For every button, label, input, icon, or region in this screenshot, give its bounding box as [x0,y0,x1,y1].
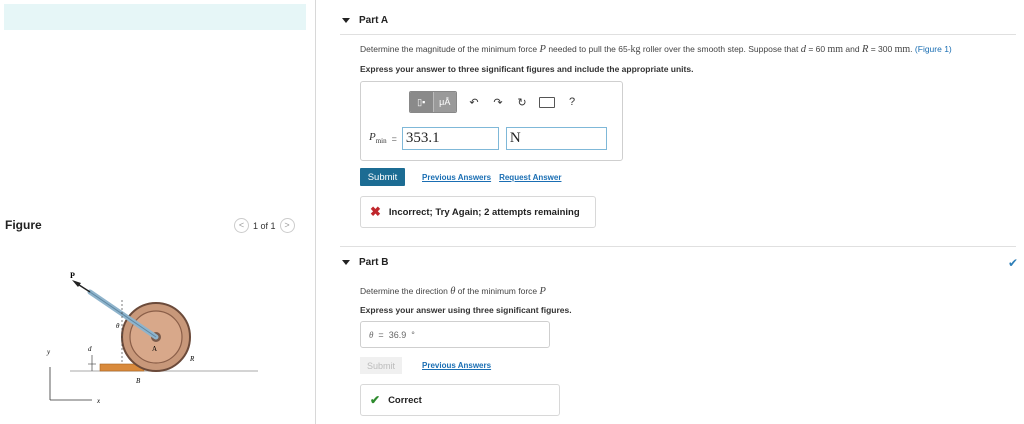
top-banner [4,4,306,30]
roller-diagram: P θ d A B R y x [46,271,258,405]
reset-icon[interactable]: ↻ [515,96,529,109]
part-a-links: Previous Answers Request Answer [422,173,561,182]
collapse-caret-icon[interactable] [342,18,350,23]
answer-label: θ [369,329,374,340]
part-b-answer-box: θ = 36.9 ° [360,321,550,348]
collapse-caret-icon[interactable] [342,260,350,265]
next-figure-button[interactable]: > [279,218,295,233]
toolbar-group: ▯▪ μÅ [409,91,457,113]
redo-icon[interactable]: ↷ [491,96,505,109]
part-b-title: Part B [359,257,389,268]
units-button[interactable]: μÅ [432,92,456,112]
part-b-complete-icon: ✔ [1007,256,1018,270]
label-A: A [152,345,157,353]
answer-label: Pmin [369,131,387,146]
answer-value-input[interactable]: 353.1 [401,127,499,150]
part-a-question: Determine the magnitude of the minimum f… [360,44,952,55]
prev-figure-button[interactable]: < [234,218,249,233]
label-d: d [88,345,92,353]
figure-pager: < 1 of 1 > [234,218,295,233]
part-a-header[interactable]: Part A [342,15,388,26]
divider [340,246,1016,247]
answer-equals: = [391,133,397,144]
part-a-answer-row: Pmin = 353.1 N [369,127,607,150]
label-P: P [70,271,75,280]
question-panel: Part A Determine the magnitude of the mi… [316,0,1024,424]
answer-value: 36.9 [388,329,407,340]
answer-equals: = [378,329,384,340]
label-theta: θ [116,322,120,330]
feedback-text: Correct [388,394,422,406]
divider [340,34,1016,35]
incorrect-icon: ✖ [370,204,381,219]
request-answer-link[interactable]: Request Answer [499,173,561,182]
part-a-title: Part A [359,15,389,26]
part-a-answer-box: ▯▪ μÅ ↶ ↷ ↻ ? Pmin = 353.1 N [360,81,623,161]
help-icon[interactable]: ? [565,96,579,108]
undo-icon[interactable]: ↶ [467,96,481,109]
figure-panel: Figure < 1 of 1 > P θ d A B R y x [0,0,316,424]
part-b-previous-answers-link[interactable]: Previous Answers [422,361,491,370]
label-R: R [189,355,195,363]
part-b-header[interactable]: Part B [342,257,388,268]
part-b-question: Determine the direction θ of the minimum… [360,286,546,297]
part-a-feedback: ✖ Incorrect; Try Again; 2 attempts remai… [360,196,596,228]
part-b-feedback: ✔ Correct [360,384,560,416]
math-toolbar: ▯▪ μÅ ↶ ↷ ↻ ? [409,91,579,113]
answer-unit-input[interactable]: N [505,127,607,150]
answer-unit: ° [411,329,415,340]
correct-icon: ✔ [370,393,381,407]
label-B: B [136,377,141,385]
part-a-instruction: Express your answer to three significant… [360,64,694,74]
pager-text: 1 of 1 [253,220,276,231]
part-a-submit-button[interactable]: Submit [360,168,405,186]
label-x: x [96,397,101,405]
templates-button[interactable]: ▯▪ [410,92,433,112]
part-b-submit-button: Submit [360,357,402,374]
part-b-instruction: Express your answer using three signific… [360,305,572,315]
keyboard-icon[interactable] [539,96,555,108]
feedback-text: Incorrect; Try Again; 2 attempts remaini… [388,206,580,218]
label-y: y [46,348,51,356]
figure-link[interactable]: (Figure 1) [915,44,952,54]
previous-answers-link[interactable]: Previous Answers [422,173,491,182]
figure-label: Figure [5,218,42,232]
